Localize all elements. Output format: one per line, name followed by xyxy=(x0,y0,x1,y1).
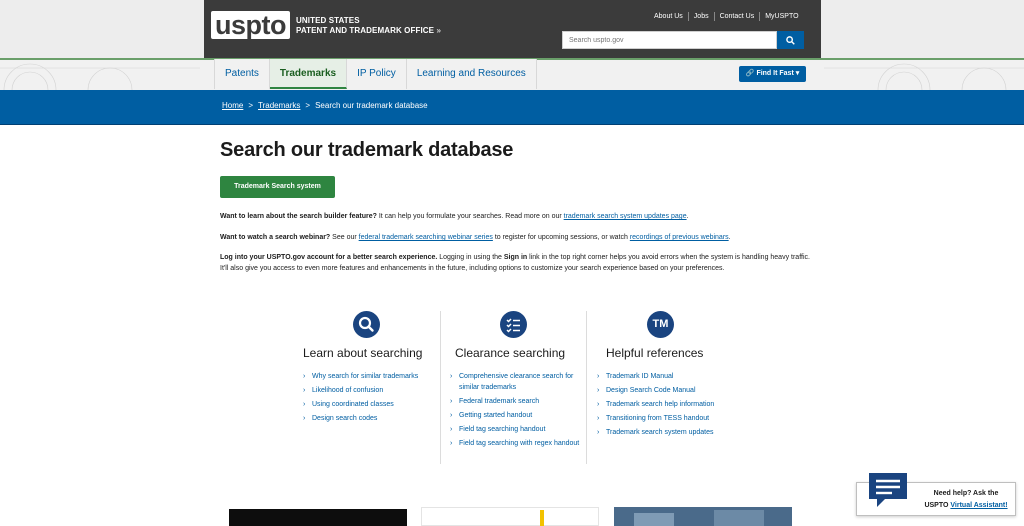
office-name[interactable]: UNITED STATES PATENT AND TRADEMARK OFFIC… xyxy=(296,16,441,36)
chat-line2-prefix: USPTO xyxy=(924,502,951,509)
virtual-assistant-text: Need help? Ask the USPTO Virtual Assista… xyxy=(918,488,1014,512)
find-it-fast-label: Find It Fast ▾ xyxy=(756,70,800,77)
chat-line1: Need help? Ask the xyxy=(933,490,999,497)
list-item-link[interactable]: Field tag searching with regex handout xyxy=(450,438,590,449)
list-item-link[interactable]: Transitioning from TESS handout xyxy=(597,413,737,424)
photo-detail xyxy=(714,510,764,526)
tm-icon: TM xyxy=(647,311,674,338)
list-item-link[interactable]: Trademark ID Manual xyxy=(597,371,737,382)
breadcrumb-band xyxy=(0,90,1024,125)
decorative-pattern-left xyxy=(0,63,200,90)
video-thumbnail[interactable] xyxy=(229,507,407,526)
period: . xyxy=(728,234,731,241)
office-chevron: » xyxy=(436,26,441,35)
search-builder-text: It can help you formulate your searches.… xyxy=(376,213,564,220)
list-item-link[interactable]: Federal trademark search xyxy=(450,396,590,407)
virtual-assistant-link[interactable]: Virtual Assistant! xyxy=(950,502,1007,509)
magnifier-icon xyxy=(353,311,380,338)
list-item-link[interactable]: Trademark search system updates xyxy=(597,427,737,438)
search-builder-paragraph: Want to learn about the search builder f… xyxy=(220,211,810,222)
office-name-line1: UNITED STATES xyxy=(296,16,360,25)
nav-tab-patents[interactable]: Patents xyxy=(214,59,270,89)
webinar-series-link[interactable]: federal trademark searching webinar seri… xyxy=(359,234,493,241)
uspto-logo[interactable]: uspto xyxy=(211,11,290,39)
search-icon xyxy=(786,36,795,45)
references-links-list: Trademark ID Manual Design Search Code M… xyxy=(597,371,737,441)
column-divider xyxy=(440,311,441,464)
previous-webinars-link[interactable]: recordings of previous webinars xyxy=(630,234,729,241)
breadcrumb-trademarks[interactable]: Trademarks xyxy=(258,101,300,110)
page-title: Search our trademark database xyxy=(220,139,514,161)
breadcrumb: Home > Trademarks > Search our trademark… xyxy=(222,101,428,110)
list-item-link[interactable]: Design search codes xyxy=(303,413,443,424)
contact-us-link[interactable]: Contact Us xyxy=(713,12,760,21)
office-name-line2: PATENT AND TRADEMARK OFFICE xyxy=(296,26,435,35)
webinar-text-mid: to register for upcoming sessions, or wa… xyxy=(492,234,630,241)
nav-tab-ip-policy[interactable]: IP Policy xyxy=(347,59,407,89)
chat-bubble-icon[interactable] xyxy=(867,471,909,509)
trademark-search-system-button[interactable]: Trademark Search system xyxy=(220,176,335,198)
utility-links: About Us Jobs Contact Us MyUSPTO xyxy=(649,12,804,21)
column-divider xyxy=(586,311,587,464)
login-text: Logging in using the xyxy=(437,254,504,261)
login-heading: Log into your USPTO.gov account for a be… xyxy=(220,254,438,261)
nav-tab-trademarks[interactable]: Trademarks xyxy=(269,59,348,89)
list-item-link[interactable]: Getting started handout xyxy=(450,410,590,421)
breadcrumb-home[interactable]: Home xyxy=(222,101,243,110)
find-it-fast-button[interactable]: 🔗 Find It Fast ▾ xyxy=(739,66,806,82)
webinar-question: Want to watch a search webinar? xyxy=(220,234,331,241)
list-item-link[interactable]: Comprehensive clearance search for simil… xyxy=(450,371,590,393)
list-item-link[interactable]: Likelihood of confusion xyxy=(303,385,443,396)
list-item-link[interactable]: Using coordinated classes xyxy=(303,399,443,410)
site-search-input[interactable] xyxy=(562,31,777,49)
clearance-links-list: Comprehensive clearance search for simil… xyxy=(450,371,590,452)
column-title-clearance: Clearance searching xyxy=(455,346,566,360)
search-system-updates-link[interactable]: trademark search system updates page xyxy=(564,213,687,220)
nav-tab-learning-resources[interactable]: Learning and Resources xyxy=(406,59,537,89)
webinar-text: See our xyxy=(330,234,359,241)
about-us-link[interactable]: About Us xyxy=(649,12,688,21)
list-item-link[interactable]: Trademark search help information xyxy=(597,399,737,410)
breadcrumb-separator: > xyxy=(248,101,254,110)
photo-detail xyxy=(634,513,674,526)
column-title-learn: Learn about searching xyxy=(303,346,423,360)
breadcrumb-separator: > xyxy=(305,101,311,110)
webinar-paragraph: Want to watch a search webinar? See our … xyxy=(220,232,810,243)
yellow-accent-bar xyxy=(540,510,544,526)
search-builder-question: Want to learn about the search builder f… xyxy=(220,213,377,220)
list-item-link[interactable]: Field tag searching handout xyxy=(450,424,590,435)
period: . xyxy=(686,213,689,220)
myuspto-link[interactable]: MyUSPTO xyxy=(759,12,803,21)
login-paragraph: Log into your USPTO.gov account for a be… xyxy=(220,252,810,274)
learn-links-list: Why search for similar trademarks Likeli… xyxy=(303,371,443,427)
link-icon: 🔗 xyxy=(745,70,755,77)
checklist-icon xyxy=(500,311,527,338)
sign-in-emphasis: Sign in xyxy=(503,254,528,261)
list-item-link[interactable]: Design Search Code Manual xyxy=(597,385,737,396)
main-nav-tabs: Patents Trademarks IP Policy Learning an… xyxy=(214,59,537,89)
image-thumbnail[interactable] xyxy=(421,507,599,526)
jobs-link[interactable]: Jobs xyxy=(687,12,714,21)
column-title-references: Helpful references xyxy=(606,346,704,360)
breadcrumb-current: Search our trademark database xyxy=(315,101,428,110)
decorative-pattern-right xyxy=(824,63,1024,90)
list-item-link[interactable]: Why search for similar trademarks xyxy=(303,371,443,382)
site-search-button[interactable] xyxy=(777,31,804,49)
photo-thumbnail[interactable] xyxy=(614,507,792,526)
